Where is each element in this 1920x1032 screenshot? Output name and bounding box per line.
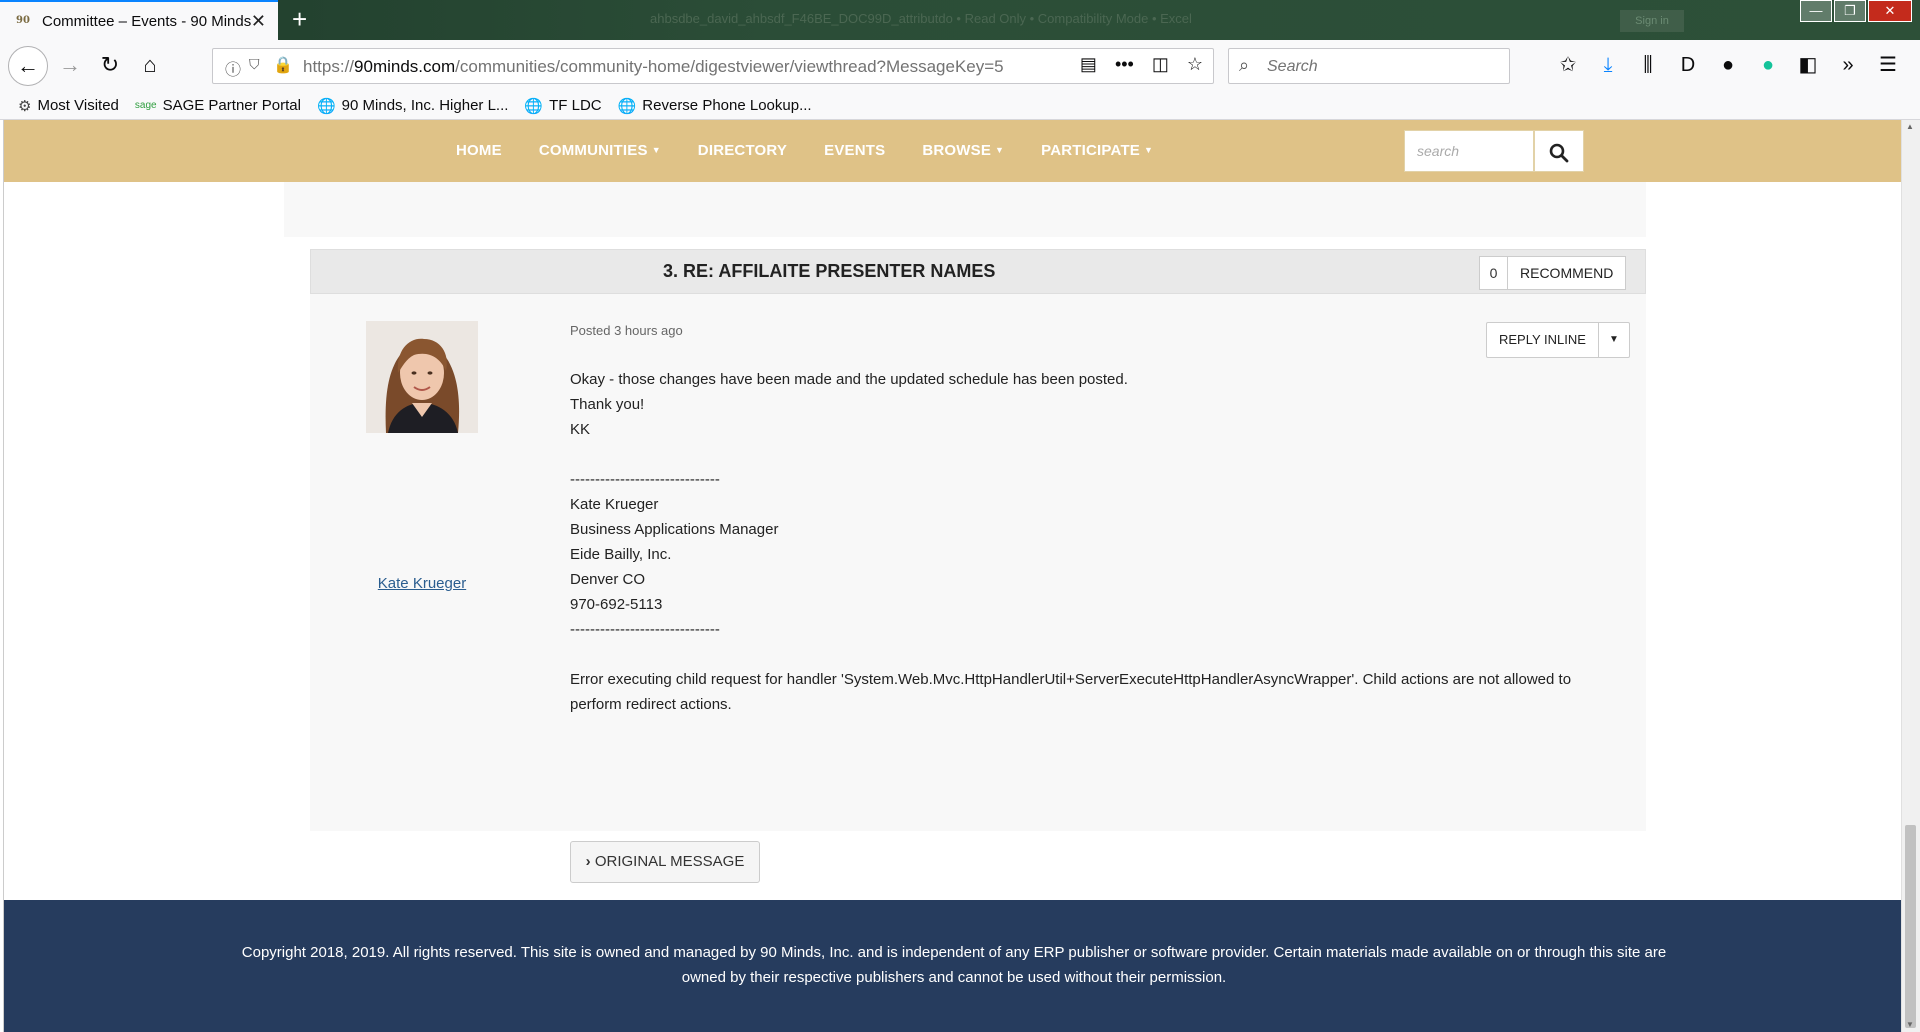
site-favicon-icon: 90 bbox=[16, 15, 30, 26]
site-info-icon[interactable]: ⓘ bbox=[225, 56, 241, 80]
tab-close-icon[interactable]: ✕ bbox=[251, 11, 266, 31]
sidebar-icon[interactable]: ◧ bbox=[1796, 52, 1820, 78]
library-icon[interactable]: ⫼ bbox=[1636, 52, 1660, 78]
overflow-chevron-icon[interactable]: » bbox=[1836, 52, 1860, 78]
scrollbar-thumb[interactable] bbox=[1905, 825, 1916, 1028]
reply-options-dropdown[interactable]: ▼ bbox=[1599, 323, 1629, 357]
signature-phone: 970-692-5113 bbox=[570, 596, 663, 613]
nav-events[interactable]: EVENTS bbox=[824, 142, 885, 159]
tab-title: Committee – Events - 90 Minds bbox=[42, 12, 252, 30]
bookmark-most-visited[interactable]: ⚙ Most Visited bbox=[18, 97, 119, 115]
url-text[interactable]: https://90minds.com/communities/communit… bbox=[303, 57, 1043, 77]
nav-directory[interactable]: DIRECTORY bbox=[698, 142, 787, 159]
nav-home[interactable]: HOME bbox=[456, 142, 502, 159]
chevron-right-icon: › bbox=[585, 853, 591, 870]
tracking-shield-icon[interactable]: ⛉ bbox=[249, 56, 260, 73]
footer-copyright: Copyright 2018, 2019. All rights reserve… bbox=[241, 944, 1667, 986]
d-extension-icon[interactable]: D bbox=[1676, 52, 1700, 78]
site-search-placeholder: search bbox=[1417, 143, 1460, 159]
signature-title: Business Applications Manager bbox=[570, 521, 779, 538]
globe-icon: 🌐 bbox=[617, 97, 637, 115]
bookmark-tf-ldc[interactable]: 🌐 TF LDC bbox=[524, 97, 601, 115]
browser-tab-active[interactable]: 90 Committee – Events - 90 Minds ✕ bbox=[0, 0, 278, 40]
new-tab-icon[interactable]: + bbox=[292, 6, 307, 32]
site-search-button[interactable] bbox=[1534, 130, 1584, 172]
reader-view-icon[interactable]: ▤ bbox=[1080, 54, 1097, 75]
browser-navbar: ← → ↻ ⌂ ⓘ ⛉ 🔒 https://90minds.com/commun… bbox=[0, 40, 1920, 92]
browser-search-field[interactable]: ⌕ Search bbox=[1228, 48, 1510, 84]
search-icon: ⌕ bbox=[1239, 55, 1250, 75]
body-line: Thank you! bbox=[570, 396, 645, 413]
browser-search-placeholder: Search bbox=[1267, 58, 1318, 75]
posted-time: Posted 3 hours ago bbox=[570, 323, 683, 338]
nav-participate[interactable]: PARTICIPATE ▼ bbox=[1041, 142, 1153, 159]
caret-down-icon: ▼ bbox=[651, 145, 661, 155]
lock-icon[interactable]: 🔒 bbox=[273, 55, 293, 75]
message-body: Okay - those changes have been made and … bbox=[570, 367, 1610, 717]
body-line: KK bbox=[570, 421, 591, 438]
pocket-icon[interactable]: ◫ bbox=[1152, 54, 1169, 75]
browser-titlebar: 90 Committee – Events - 90 Minds ✕ + ahb… bbox=[0, 0, 1920, 40]
author-avatar[interactable] bbox=[366, 321, 478, 433]
globe-icon: 🌐 bbox=[316, 97, 336, 115]
signature-location: Denver CO bbox=[570, 571, 646, 588]
page-scrollbar[interactable]: ▲ ▼ bbox=[1901, 120, 1920, 1032]
original-message-button[interactable]: › ORIGINAL MESSAGE bbox=[570, 841, 760, 883]
site-footer: Copyright 2018, 2019. All rights reserve… bbox=[4, 900, 1901, 1032]
web-page: HOME COMMUNITIES ▼ DIRECTORY EVENTS BROWS… bbox=[3, 120, 1901, 1032]
body-line: Okay - those changes have been made and … bbox=[570, 371, 1128, 388]
page-actions-icon[interactable]: ••• bbox=[1115, 54, 1134, 75]
signature-separator: ------------------------------ bbox=[570, 471, 720, 488]
bookmark-sage-partner-portal[interactable]: sage SAGE Partner Portal bbox=[135, 97, 301, 114]
signature-company: Eide Bailly, Inc. bbox=[570, 546, 672, 563]
gear-icon: ⚙ bbox=[18, 97, 32, 115]
bookmark-star-icon[interactable]: ☆ bbox=[1187, 54, 1203, 75]
error-text: Error executing child request for handle… bbox=[570, 671, 1572, 713]
url-bar[interactable]: ⓘ ⛉ 🔒 https://90minds.com/communities/co… bbox=[212, 48, 1214, 84]
bookmarks-toolbar: ⚙ Most Visited sage SAGE Partner Portal 🌐 9… bbox=[0, 92, 1920, 120]
caret-down-icon: ▼ bbox=[1144, 145, 1154, 155]
b-extension-icon[interactable]: ● bbox=[1716, 52, 1740, 78]
background-window-title: ahbsdbe_david_ahbsdf_F46BE_DOC99D_attrib… bbox=[650, 11, 1192, 26]
reply-inline-button[interactable]: REPLY INLINE bbox=[1487, 323, 1599, 357]
home-icon[interactable]: ⌂ bbox=[136, 52, 164, 78]
reload-icon[interactable]: ↻ bbox=[96, 52, 124, 78]
window-close-icon[interactable]: ✕ bbox=[1868, 0, 1912, 22]
bookmark-90-minds[interactable]: 🌐 90 Minds, Inc. Higher L... bbox=[317, 97, 508, 115]
scroll-down-icon[interactable]: ▼ bbox=[1906, 1020, 1914, 1029]
globe-icon: 🌐 bbox=[524, 97, 544, 115]
window-controls: — ❐ ✕ bbox=[1798, 0, 1912, 22]
recommend-count: 0 bbox=[1480, 257, 1508, 289]
reply-inline-group: REPLY INLINE ▼ bbox=[1486, 322, 1630, 358]
grammarly-icon[interactable]: ● bbox=[1756, 52, 1780, 78]
avatar-photo bbox=[366, 321, 478, 433]
bookmark-reverse-phone[interactable]: 🌐 Reverse Phone Lookup... bbox=[618, 97, 812, 115]
caret-down-icon: ▼ bbox=[995, 145, 1005, 155]
back-arrow-icon[interactable]: ← bbox=[8, 46, 48, 86]
starred-icon[interactable]: ✩ bbox=[1556, 52, 1580, 78]
scroll-up-icon[interactable]: ▲ bbox=[1906, 122, 1914, 131]
menu-hamburger-icon[interactable]: ☰ bbox=[1876, 52, 1900, 78]
message-title: 3. RE: AFFILAITE PRESENTER NAMES bbox=[663, 261, 996, 281]
signature-name: Kate Krueger bbox=[570, 496, 659, 513]
nav-browse[interactable]: BROWSE ▼ bbox=[922, 142, 1004, 159]
restore-icon[interactable]: ❐ bbox=[1834, 0, 1866, 22]
minimize-icon[interactable]: — bbox=[1800, 0, 1832, 22]
search-icon bbox=[1549, 143, 1569, 163]
nav-communities[interactable]: COMMUNITIES ▼ bbox=[539, 142, 661, 159]
message-header: 3. RE: AFFILAITE PRESENTER NAMES 0 RECOM… bbox=[310, 249, 1646, 294]
previous-message-tail bbox=[284, 182, 1646, 237]
site-search-input[interactable]: search bbox=[1404, 130, 1534, 172]
signature-separator: ------------------------------ bbox=[570, 621, 720, 638]
thread-message: 3. RE: AFFILAITE PRESENTER NAMES 0 RECOM… bbox=[310, 249, 1646, 883]
recommend-button[interactable]: RECOMMEND bbox=[1508, 257, 1625, 289]
site-nav: HOME COMMUNITIES ▼ DIRECTORY EVENTS BROWS… bbox=[4, 120, 1901, 182]
author-name-link[interactable]: Kate Krueger bbox=[310, 575, 534, 592]
background-signin: Sign in bbox=[1620, 10, 1684, 32]
download-icon[interactable]: ⤓ bbox=[1596, 52, 1620, 78]
recommend-control: 0 RECOMMEND bbox=[1479, 256, 1627, 290]
sage-icon: sage bbox=[134, 100, 157, 111]
forward-arrow-icon[interactable]: → bbox=[56, 52, 84, 78]
